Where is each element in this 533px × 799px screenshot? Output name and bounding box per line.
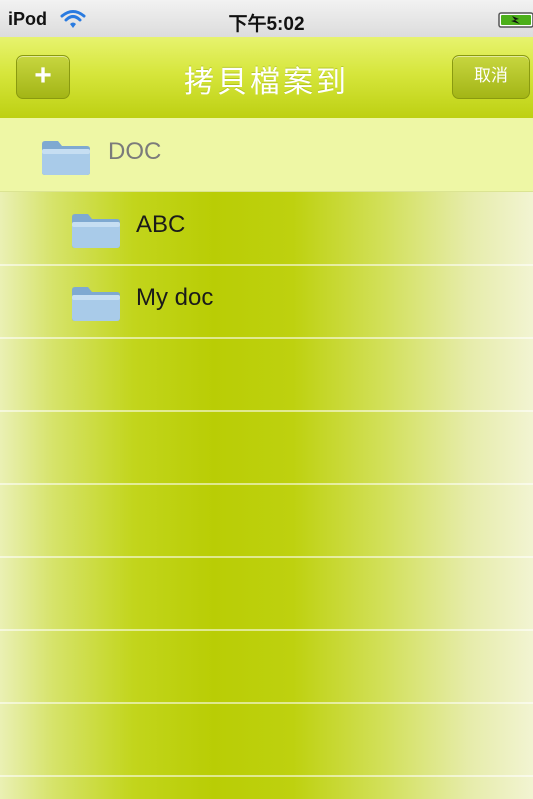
cancel-button[interactable]: 取消: [452, 55, 530, 99]
folder-label: ABC: [136, 211, 186, 238]
folder-icon: [42, 141, 90, 175]
nav-bar: + 拷貝檔案到 取消: [0, 37, 533, 119]
nav-title: 拷貝檔案到: [184, 66, 349, 99]
current-folder-label: DOC: [108, 138, 162, 165]
status-time: 下午5:02: [228, 14, 305, 35]
empty-row: [0, 483, 533, 558]
add-folder-button[interactable]: +: [16, 55, 70, 99]
folder-list: DOC ABC My doc: [0, 118, 533, 799]
current-folder-row[interactable]: DOC: [0, 118, 533, 192]
empty-row: [0, 629, 533, 704]
empty-row: [0, 410, 533, 485]
empty-row: [0, 337, 533, 412]
battery-icon: [498, 12, 533, 28]
folder-label: My doc: [136, 284, 214, 311]
list-item[interactable]: ABC: [0, 191, 533, 266]
folder-icon: [72, 287, 120, 321]
empty-row: [0, 702, 533, 777]
folder-icon: [72, 214, 120, 248]
list-item[interactable]: My doc: [0, 264, 533, 339]
empty-row: [0, 556, 533, 631]
status-bar: iPod 下午5:02: [0, 0, 533, 37]
screen: iPod 下午5:02 + 拷貝檔案到 取消 DOC ABC My doc: [0, 0, 533, 799]
